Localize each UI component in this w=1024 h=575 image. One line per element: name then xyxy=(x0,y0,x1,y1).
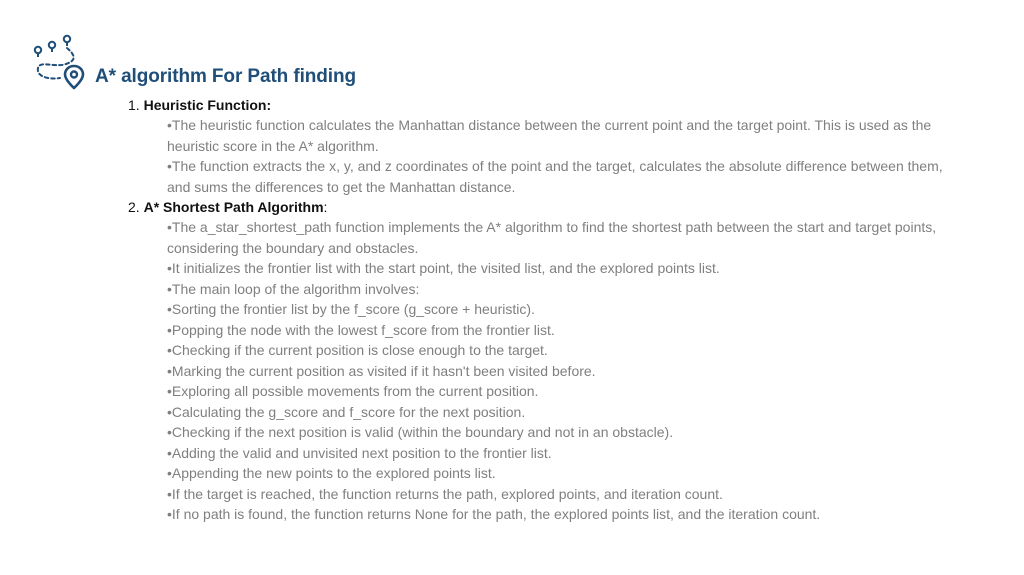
slide-content: 1. Heuristic Function: •The heuristic fu… xyxy=(128,95,968,525)
slide: A* algorithm For Path finding 1. Heurist… xyxy=(0,0,1024,575)
bullet-item: •If the target is reached, the function … xyxy=(167,485,723,502)
bullet-item: •Calculating the g_score and f_score for… xyxy=(167,403,526,420)
section-heading-heuristic: 1. Heuristic Function: xyxy=(128,95,968,115)
section-number: 2. xyxy=(128,199,140,215)
bullet-item: •The function extracts the x, y, and z c… xyxy=(167,158,943,195)
bullet-item: •Checking if the current position is clo… xyxy=(167,342,548,358)
bullet-item: •Popping the node with the lowest f_scor… xyxy=(167,321,555,338)
section-title: A* Shortest Path Algorithm xyxy=(143,199,324,215)
bullet-item: •If no path is found, the function retur… xyxy=(167,506,821,522)
section-title-colon: : xyxy=(323,199,328,215)
bullet-item: •Checking if the next position is valid … xyxy=(167,424,674,440)
bullet-item: •Appending the new points to the explore… xyxy=(167,465,496,481)
bullet-item: •Exploring all possible movements from t… xyxy=(167,383,539,399)
bullet-item: •The a_star_shortest_path function imple… xyxy=(167,219,937,256)
bullet-item: •Adding the valid and unvisited next pos… xyxy=(167,444,552,461)
bullet-item: •Sorting the frontier list by the f_scor… xyxy=(167,301,535,317)
section-heading-astar: 2. A* Shortest Path Algorithm: xyxy=(128,197,968,217)
bullet-item: •Marking the current position as visited… xyxy=(167,362,596,379)
route-map-pin-icon xyxy=(33,34,85,90)
section-number: 1. xyxy=(128,97,140,113)
bullet-item: •The main loop of the algorithm involves… xyxy=(167,280,420,297)
astar-bullet-list: •The a_star_shortest_path function imple… xyxy=(128,217,957,525)
bullet-item: •It initializes the frontier list with t… xyxy=(167,260,720,276)
section-title: Heuristic Function: xyxy=(143,97,272,113)
heuristic-bullet-list: •The heuristic function calculates the M… xyxy=(128,115,957,197)
bullet-item: •The heuristic function calculates the M… xyxy=(167,117,932,154)
slide-title: A* algorithm For Path finding xyxy=(95,66,356,87)
